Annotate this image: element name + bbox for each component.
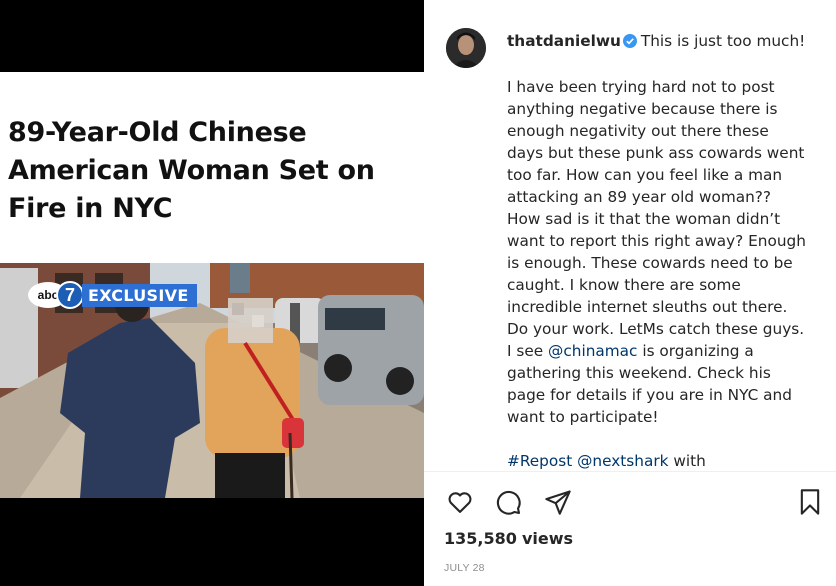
mention-chinamac[interactable]: @chinamac [548, 342, 637, 360]
news-headline: 89-Year-Old Chinese American Woman Set o… [8, 117, 375, 224]
divider [424, 471, 836, 472]
share-icon[interactable] [542, 486, 574, 518]
repost-suffix: with [673, 452, 706, 470]
username-link[interactable]: thatdanielwu [507, 32, 621, 50]
channel-7-logo: 7 [56, 281, 84, 309]
action-bar [444, 486, 828, 518]
mention-nextshark[interactable]: @nextshark [577, 452, 668, 470]
caption-body: I have been trying hard not to post anyt… [507, 78, 806, 360]
views-number: 135,580 [444, 529, 517, 548]
caption-first-line: This is just too much! [640, 32, 806, 50]
post-date[interactable]: JULY 28 [444, 562, 485, 574]
views-count[interactable]: 135,580 views [444, 529, 573, 548]
comment-icon[interactable] [492, 486, 524, 518]
heart-icon[interactable] [444, 486, 476, 518]
abc7-exclusive-badge: abc 7 EXCLUSIVE [28, 281, 197, 309]
repost-hashtag[interactable]: #Repost [507, 452, 572, 470]
post-media[interactable]: 89-Year-Old Chinese American Woman Set o… [0, 0, 424, 586]
verified-badge-icon [622, 32, 637, 54]
views-label: views [521, 529, 574, 548]
exclusive-label: EXCLUSIVE [82, 283, 197, 307]
avatar[interactable] [446, 28, 486, 68]
post-caption: thatdanielwu This is just too much! I hav… [507, 30, 807, 471]
bookmark-icon[interactable] [794, 486, 826, 518]
